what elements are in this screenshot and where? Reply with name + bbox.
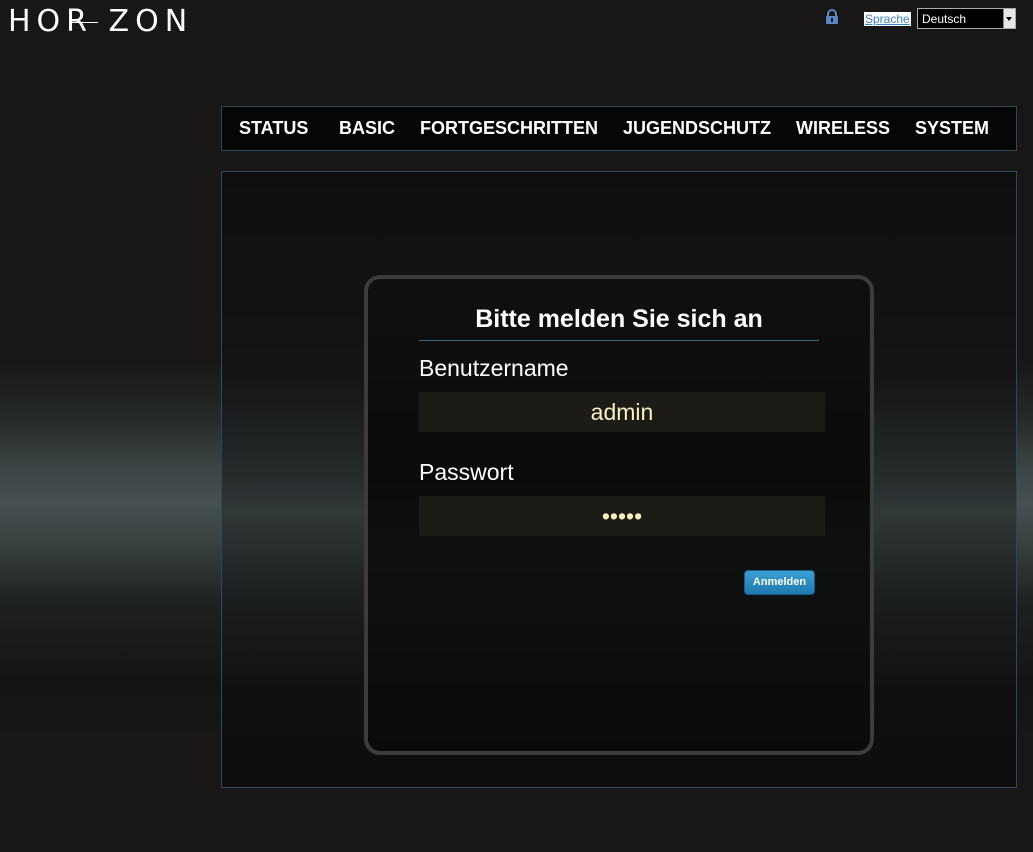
- logo-line: [70, 22, 98, 23]
- password-input[interactable]: •••••: [419, 496, 825, 536]
- language-link[interactable]: Sprache: [864, 12, 911, 26]
- language-select[interactable]: Deutsch: [917, 8, 1016, 29]
- horizon-logo: HOR ZON: [8, 4, 193, 39]
- login-title: Bitte melden Sie sich an: [475, 305, 763, 333]
- login-button[interactable]: Anmelden: [744, 570, 815, 595]
- nav-item-fortgeschritten[interactable]: FORTGESCHRITTEN: [420, 118, 598, 139]
- main-nav: STATUS BASIC FORTGESCHRITTEN JUGENDSCHUT…: [221, 106, 1017, 151]
- password-label: Passwort: [419, 459, 514, 485]
- nav-item-wireless[interactable]: WIRELESS: [796, 118, 890, 139]
- nav-item-basic[interactable]: BASIC: [339, 118, 395, 139]
- username-input[interactable]: admin: [419, 392, 825, 432]
- lock-icon: [826, 9, 838, 24]
- language-select-value: Deutsch: [922, 12, 967, 26]
- title-divider: [419, 340, 819, 341]
- chevron-down-icon[interactable]: [1003, 9, 1015, 28]
- nav-item-system[interactable]: SYSTEM: [915, 118, 989, 139]
- nav-item-jugendschutz[interactable]: JUGENDSCHUTZ: [623, 118, 771, 139]
- logo-text: HOR ZON: [8, 4, 194, 39]
- nav-item-status[interactable]: STATUS: [239, 118, 308, 139]
- username-label: Benutzername: [419, 355, 569, 381]
